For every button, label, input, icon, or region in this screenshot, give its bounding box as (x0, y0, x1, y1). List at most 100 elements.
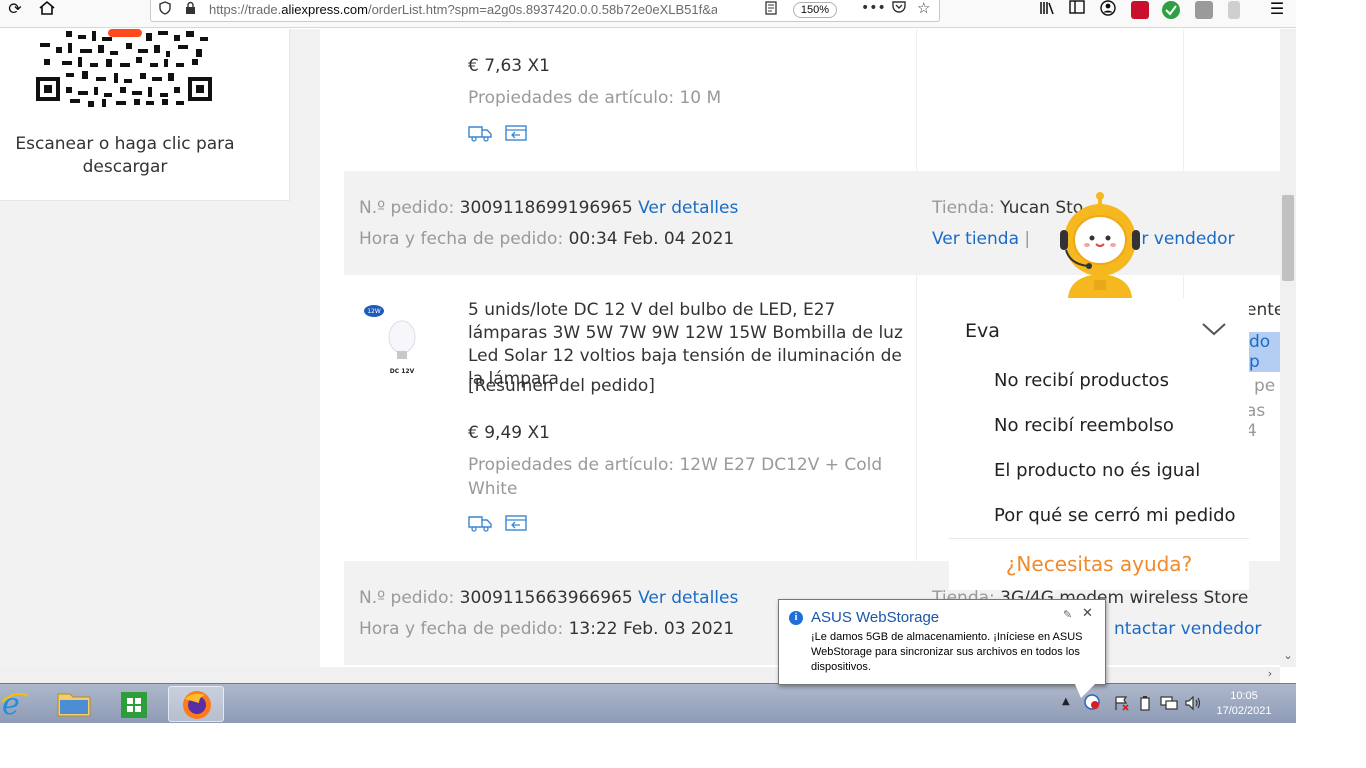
store-links-row: ntactar vendedor (1114, 619, 1261, 639)
screen: ⟳ https://trade.aliexpress.com/orderList… (0, 0, 1366, 768)
page-actions-icon[interactable]: ••• (861, 0, 886, 16)
order-date-label: Hora y fecha de pedido: (359, 229, 564, 249)
svg-text:e: e (2, 688, 20, 720)
scrollbar-thumb[interactable] (1282, 195, 1294, 281)
assistant-name: Eva (965, 320, 1000, 342)
order-date-row: Hora y fecha de pedido: 00:34 Feb. 04 20… (359, 229, 734, 249)
help-panel: Eva No recibí productos No recibí reembo… (949, 298, 1249, 590)
show-hidden-icons-icon[interactable]: ▲ (1062, 696, 1070, 707)
notification-body: ¡Le damos 5GB de almacenamiento. ¡Inície… (811, 631, 1083, 673)
extension-grey-icon[interactable] (1228, 1, 1240, 19)
clock-time: 10:05 (1230, 690, 1258, 702)
settings-pin-icon[interactable]: ✎ (1063, 608, 1072, 621)
file-explorer-button[interactable] (46, 686, 102, 722)
zoom-level-badge[interactable]: 150% (793, 2, 837, 18)
column-divider (916, 29, 917, 171)
clipped-info-text: as 4 (1246, 401, 1266, 441)
clock-date: 17/02/2021 (1216, 705, 1272, 717)
firefox-taskbar-button[interactable] (168, 686, 224, 722)
home-icon[interactable] (34, 0, 60, 20)
return-policy-icon[interactable] (504, 124, 528, 142)
shipping-truck-icon[interactable] (468, 514, 492, 532)
extension-avatar-icon[interactable] (1195, 1, 1213, 19)
lock-icon[interactable] (185, 1, 196, 18)
clipped-status-text: ente (1246, 300, 1280, 320)
order-date: 00:34 Feb. 04 2021 (568, 229, 735, 249)
library-icon[interactable] (1034, 0, 1060, 20)
info-icon: i (789, 611, 803, 625)
help-option[interactable]: No recibí productos (994, 370, 1169, 391)
volume-icon[interactable] (1184, 695, 1202, 711)
thumb-badge: 12W (367, 308, 381, 315)
notification-tail (1075, 684, 1095, 698)
extension-check-icon[interactable] (1162, 1, 1180, 19)
account-icon[interactable] (1095, 0, 1121, 20)
vertical-scrollbar[interactable]: ⌄ (1280, 29, 1296, 667)
shipping-truck-icon[interactable] (468, 124, 492, 142)
internet-explorer-icon[interactable]: e (0, 688, 30, 720)
store-label: Tienda: (932, 198, 995, 218)
view-details-link[interactable]: Ver detalles (638, 198, 738, 218)
sidebar-icon[interactable] (1064, 0, 1090, 20)
notification-title: ASUS WebStorage (811, 609, 940, 626)
order-number-row: N.º pedido: 3009115663966965 Ver detalle… (359, 588, 738, 608)
link-separator: | (1024, 229, 1031, 249)
power-icon[interactable] (1138, 695, 1152, 711)
app-download-card[interactable]: Escanear o haga clic para descargar (0, 29, 290, 201)
help-option[interactable]: No recibí reembolso (994, 415, 1174, 436)
folder-icon (57, 693, 91, 717)
assistant-robot-avatar[interactable] (1054, 192, 1146, 298)
system-clock[interactable]: 10:05 17/02/2021 (1212, 689, 1276, 719)
order-date: 13:22 Feb. 03 2021 (568, 619, 735, 639)
contact-seller-link[interactable]: ntactar vendedor (1114, 619, 1261, 639)
tracking-shield-icon[interactable] (159, 1, 171, 19)
menu-hamburger-icon[interactable]: ☰ (1264, 0, 1290, 20)
help-option[interactable]: Por qué se cerró mi pedido (994, 505, 1236, 526)
order-number: 3009118699196965 (459, 198, 633, 218)
pocket-icon[interactable] (891, 0, 907, 18)
item-price: € 9,49 X1 (468, 423, 550, 443)
view-details-link[interactable]: Ver detalles (638, 588, 738, 608)
order-item: € 7,63 X1 Propiedades de artículo: 10 M (344, 29, 1280, 171)
order-number-label: N.º pedido: (359, 198, 455, 218)
scroll-right-arrow-icon[interactable]: › (1262, 667, 1278, 680)
item-properties: Propiedades de artículo: 12W E27 DC12V +… (468, 455, 883, 499)
order-number-label: N.º pedido: (359, 588, 455, 608)
column-divider (1183, 29, 1184, 171)
clipped-info-text: pe (1254, 376, 1276, 396)
network-icon[interactable] (1160, 695, 1178, 711)
divider (949, 538, 1249, 539)
order-summary-link[interactable]: [Resumen del pedido] (468, 376, 655, 396)
url-bar[interactable]: https://trade.aliexpress.com/orderList.h… (150, 0, 940, 22)
clipped-action-link[interactable]: do p (1246, 332, 1280, 372)
windows-store-icon (121, 692, 147, 718)
need-help-button[interactable]: ¿Necesitas ayuda? (949, 552, 1249, 576)
return-policy-icon[interactable] (504, 514, 528, 532)
chevron-down-icon[interactable] (1201, 318, 1227, 338)
qr-caption[interactable]: Escanear o haga clic para descargar (10, 133, 240, 179)
order-number-row: N.º pedido: 3009118699196965 Ver detalle… (359, 198, 738, 218)
qr-code-icon[interactable] (36, 29, 212, 107)
item-price: € 7,63 X1 (468, 56, 550, 76)
action-center-flag-icon[interactable] (1114, 695, 1130, 711)
view-store-link[interactable]: Ver tienda (932, 229, 1019, 249)
order-date-row: Hora y fecha de pedido: 13:22 Feb. 03 20… (359, 619, 734, 639)
thumb-caption: DC 12V (390, 368, 415, 375)
reload-icon[interactable]: ⟳ (2, 0, 28, 20)
windows-taskbar: e ▲ 10:05 17/02/2021 (0, 683, 1296, 723)
asus-webstorage-notification[interactable]: i ASUS WebStorage ✎ ✕ ¡Le damos 5GB de a… (778, 599, 1106, 698)
store-app-button[interactable] (106, 686, 162, 722)
scroll-down-arrow-icon[interactable]: ⌄ (1280, 649, 1296, 665)
contact-seller-link[interactable]: ar vendedor (1131, 229, 1235, 249)
bookmark-star-icon[interactable]: ☆ (917, 0, 930, 17)
reader-view-icon[interactable] (765, 1, 777, 19)
firefox-icon (183, 691, 211, 719)
extension-red-icon[interactable] (1131, 1, 1149, 19)
help-option[interactable]: El producto no és igual (994, 460, 1200, 481)
order-date-label: Hora y fecha de pedido: (359, 619, 564, 639)
product-thumbnail[interactable]: 12W DC 12V (360, 301, 420, 381)
item-properties: Propiedades de artículo: 10 M (468, 88, 722, 108)
url-text[interactable]: https://trade.aliexpress.com/orderList.h… (209, 2, 717, 17)
close-icon[interactable]: ✕ (1082, 606, 1093, 621)
order-number: 3009115663966965 (459, 588, 633, 608)
